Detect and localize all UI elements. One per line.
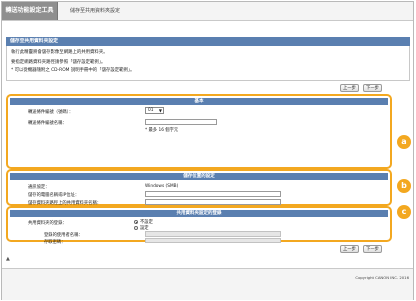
radio-setting[interactable]: [134, 226, 138, 230]
badge-a: a: [397, 135, 411, 149]
group-basic: 基本 轉送條件編號（號碼）： 01 ▼ 轉送條件編號名稱： * 最多 16 個字…: [6, 94, 392, 169]
group-basic-title: 基本: [10, 98, 388, 105]
user-input[interactable]: [145, 231, 281, 237]
protocol-value: Windows (SMB): [145, 184, 179, 189]
app-header: 轉送功能設定工具 儲存至共用資料夾設定: [2, 2, 413, 21]
folder-input[interactable]: [145, 199, 281, 205]
condition-name-label: 轉送條件編號名稱：: [28, 121, 67, 126]
chevron-down-icon: ▼: [158, 108, 162, 113]
prev-button-bottom[interactable]: 上一步: [340, 245, 359, 253]
scroll-top-icon[interactable]: ▲: [6, 256, 10, 262]
login-mode-label: 共用資料夾的登錄：: [28, 221, 67, 226]
intro-line-3: * 可以從機器隨附之 CD-ROM 說明手冊中的「儲存設定範例」。: [11, 68, 135, 73]
condition-name-input[interactable]: [145, 119, 217, 125]
radio-no-setting[interactable]: [134, 220, 138, 224]
group-destination-title: 儲存位置的設定: [10, 173, 388, 180]
prev-button-top[interactable]: 上一步: [340, 84, 359, 92]
protocol-label: 通訊協定：: [28, 185, 50, 190]
condition-number-select[interactable]: 01 ▼: [145, 107, 164, 114]
password-input[interactable]: [145, 238, 281, 243]
next-button-top[interactable]: 下一步: [363, 84, 382, 92]
copyright: Copyright CANON INC. 2016: [355, 275, 409, 280]
app-logo[interactable]: 轉送功能設定工具: [2, 2, 58, 20]
intro-box: 執行此精靈將會儲存影像至網路上的共用資料夾。 要指定網路資料夾路徑請參照「儲存設…: [6, 46, 410, 81]
intro-line-2: 要指定網路資料夾路徑請參照「儲存設定範例」。: [11, 60, 106, 65]
group-login: 共用資料夾設定的登錄 共用資料夾的登錄： 不設定 設定 登錄的使用者名稱： 存取…: [6, 206, 392, 245]
user-label: 登錄的使用者名稱：: [44, 233, 83, 238]
next-button-bottom[interactable]: 下一步: [363, 245, 382, 253]
badge-b: b: [397, 179, 411, 193]
condition-name-note: * 最多 16 個字元: [145, 128, 179, 133]
group-login-title: 共用資料夾設定的登錄: [10, 210, 388, 217]
password-label: 存取密碼：: [44, 240, 66, 245]
footer: ▲ Copyright CANON INC. 2016: [2, 256, 413, 300]
intro-line-1: 執行此精靈將會儲存影像至網路上的共用資料夾。: [11, 50, 108, 55]
condition-number-label: 轉送條件編號（號碼）：: [28, 110, 74, 115]
badge-c: c: [397, 205, 411, 219]
section-heading: 儲存至共用資料夾設定: [6, 37, 410, 46]
host-input[interactable]: [145, 191, 281, 197]
condition-number-value: 01: [148, 108, 154, 113]
host-label: 儲存的電腦名稱或IP位址：: [28, 193, 80, 198]
page-title: 儲存至共用資料夾設定: [70, 8, 121, 14]
group-destination: 儲存位置的設定 通訊協定： Windows (SMB) 儲存的電腦名稱或IP位址…: [6, 169, 392, 206]
